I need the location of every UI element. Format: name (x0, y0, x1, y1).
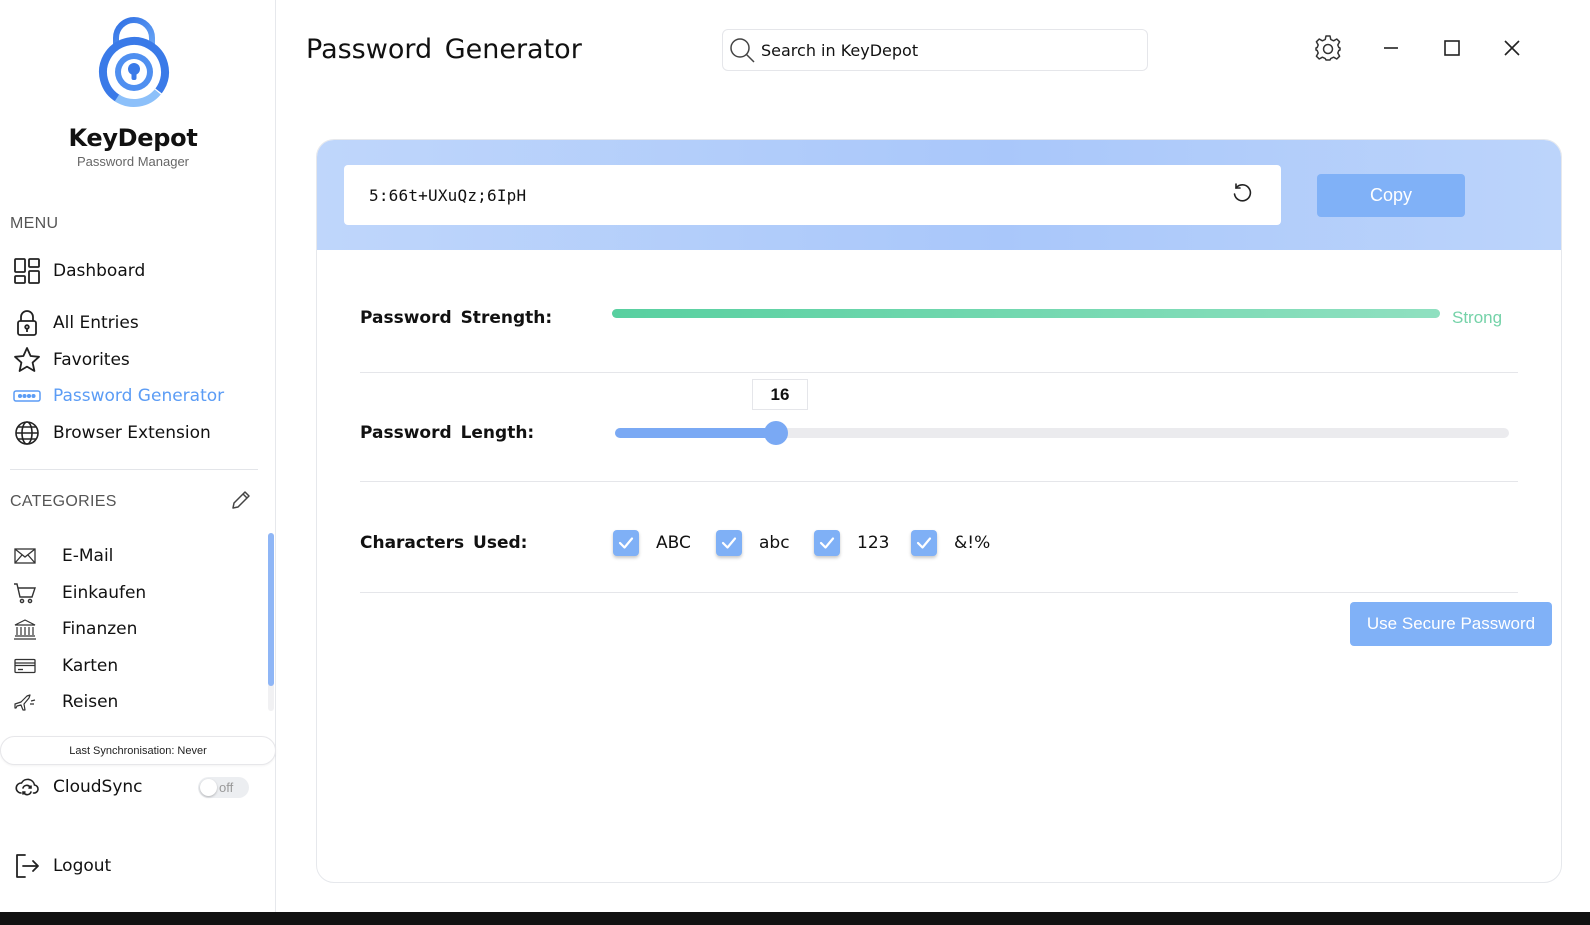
star-icon (12, 345, 42, 375)
scrollbar-thumb[interactable] (268, 533, 274, 686)
category-label: Einkaufen (62, 583, 147, 603)
sidebar-item-label: Favorites (53, 350, 130, 370)
checkbox-label: &!% (954, 533, 991, 553)
minimize-button[interactable] (1375, 34, 1407, 66)
regenerate-button[interactable] (1227, 180, 1257, 210)
category-label: Karten (62, 656, 119, 676)
cloudsync-toggle[interactable]: off (198, 777, 249, 798)
checkbox-label: 123 (857, 533, 890, 553)
copy-button[interactable]: Copy (1317, 174, 1465, 217)
row-divider (360, 372, 1518, 373)
sidebar-item-all-entries[interactable]: All Entries (12, 308, 139, 338)
toggle-label: off (219, 780, 234, 795)
categories-label: CATEGORIES (10, 493, 117, 510)
category-item-email[interactable]: E-Mail (12, 542, 113, 570)
close-button[interactable] (1496, 34, 1528, 66)
sidebar-divider (10, 469, 258, 470)
cloudsync-label: CloudSync (53, 777, 143, 797)
strength-bar (612, 309, 1440, 318)
checkbox-numbers[interactable]: 123 (814, 530, 889, 556)
checkmark-icon[interactable] (911, 530, 937, 556)
length-value-badge: 16 (752, 379, 808, 410)
checkbox-lowercase[interactable]: abc (716, 530, 790, 556)
category-item-reisen[interactable]: Reisen (12, 688, 118, 716)
sidebar-item-browser-extension[interactable]: Browser Extension (12, 418, 211, 448)
row-divider (360, 592, 1518, 593)
app-subtitle: Password Manager (77, 154, 189, 169)
checkbox-symbols[interactable]: &!% (911, 530, 990, 556)
dashboard-icon (12, 256, 42, 286)
bank-icon (12, 616, 38, 642)
category-label: Reisen (62, 692, 119, 712)
sidebar-item-label: All Entries (53, 313, 139, 333)
checkmark-icon[interactable] (814, 530, 840, 556)
strength-label: Password Strength: (360, 308, 553, 328)
checkbox-label: abc (759, 533, 790, 553)
sidebar-item-password-generator[interactable]: Password Generator (12, 381, 224, 411)
categories-scrollbar[interactable] (268, 533, 274, 711)
cloud-sync-icon (12, 772, 42, 802)
logout-label: Logout (53, 856, 112, 876)
password-field[interactable]: 5:66t+UXuQz;6IpH (344, 165, 1281, 225)
taskbar-strip (0, 912, 1590, 925)
characters-label: Characters Used: (360, 533, 528, 553)
mail-icon (12, 543, 38, 569)
search-icon (723, 29, 761, 71)
app-name: KeyDepot (68, 124, 198, 152)
search-input[interactable] (761, 40, 1131, 60)
category-item-karten[interactable]: Karten (12, 652, 118, 680)
strength-bar-fill (612, 309, 1440, 318)
checkmark-icon[interactable] (716, 530, 742, 556)
length-slider[interactable] (615, 421, 1509, 445)
generator-card: 5:66t+UXuQz;6IpH Copy Password Strength:… (316, 139, 1562, 883)
maximize-icon (1443, 39, 1461, 62)
password-dots-icon (12, 381, 42, 411)
gear-icon (1314, 34, 1342, 67)
category-item-einkaufen[interactable]: Einkaufen (12, 579, 146, 607)
generated-password[interactable]: 5:66t+UXuQz;6IpH (369, 186, 526, 205)
length-label: Password Length: (360, 423, 535, 443)
slider-fill (615, 428, 776, 438)
cart-icon (12, 580, 38, 606)
category-label: Finanzen (62, 619, 138, 639)
checkbox-label: ABC (656, 533, 691, 553)
minimize-icon (1382, 39, 1400, 62)
cloudsync-item: CloudSync (12, 772, 143, 802)
category-item-finanzen[interactable]: Finanzen (12, 615, 137, 643)
sidebar-item-favorites[interactable]: Favorites (12, 345, 130, 375)
sidebar-item-label: Browser Extension (53, 423, 211, 443)
close-icon (1503, 39, 1521, 62)
card-icon (12, 653, 38, 679)
use-secure-password-button[interactable]: Use Secure Password (1350, 602, 1552, 646)
sync-status: Last Synchronisation: Never (0, 736, 276, 765)
sidebar: KeyDepot Password Manager MENU Dashboard… (0, 0, 276, 912)
password-header: 5:66t+UXuQz;6IpH Copy (317, 140, 1561, 250)
refresh-icon (1231, 182, 1253, 209)
settings-button[interactable] (1312, 34, 1344, 66)
plane-icon (12, 689, 38, 715)
lock-icon (12, 308, 42, 338)
maximize-button[interactable] (1436, 34, 1468, 66)
search-bar[interactable] (722, 29, 1148, 71)
logout-button[interactable]: Logout (12, 851, 111, 881)
category-label: E-Mail (62, 546, 114, 566)
strength-value: Strong (1452, 308, 1503, 327)
logout-icon (12, 851, 42, 881)
keydepot-logo (96, 14, 172, 108)
edit-categories-button[interactable] (228, 489, 254, 515)
checkmark-icon[interactable] (613, 530, 639, 556)
sidebar-item-dashboard[interactable]: Dashboard (12, 256, 145, 286)
checkbox-uppercase[interactable]: ABC (613, 530, 691, 556)
sidebar-item-label: Dashboard (53, 261, 146, 281)
pencil-icon (230, 489, 252, 516)
row-divider (360, 481, 1518, 482)
menu-label: MENU (10, 215, 59, 232)
slider-thumb[interactable] (763, 421, 788, 445)
sidebar-item-label: Password Generator (53, 386, 225, 406)
globe-icon (12, 418, 42, 448)
page-title: Password Generator (306, 34, 582, 65)
toggle-knob (200, 779, 217, 796)
